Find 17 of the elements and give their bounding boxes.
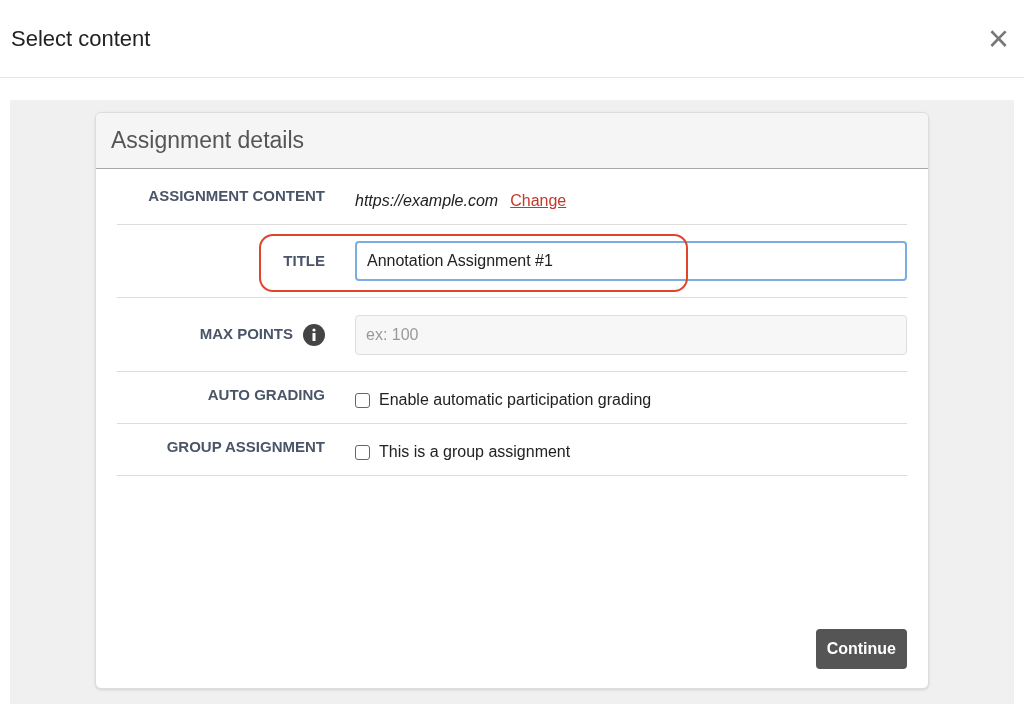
field-label: AUTO GRADING <box>207 385 325 405</box>
field-label: GROUP ASSIGNMENT <box>166 437 325 457</box>
text-input-field[interactable]: ex: 100 <box>355 314 907 355</box>
checkbox-option[interactable]: Enable automatic participation grading <box>355 384 907 412</box>
close-button[interactable]: × <box>987 20 1013 57</box>
change-link[interactable]: Change <box>510 189 567 213</box>
dialog-title: Select content <box>11 25 151 53</box>
card-title: Assignment details <box>111 126 305 156</box>
field-label: ASSIGNMENT CONTENT <box>148 186 325 206</box>
checkbox-option[interactable]: This is a group assignment <box>355 436 907 464</box>
checkbox[interactable] <box>355 444 370 460</box>
checkbox[interactable] <box>355 392 370 408</box>
continue-button[interactable]: Continue <box>815 629 907 669</box>
field-label: MAX POINTS <box>199 324 293 345</box>
field-label: TITLE <box>283 250 325 271</box>
content-url: https://example.com <box>355 191 499 211</box>
text-input-field[interactable]: Annotation Assignment #1 <box>355 241 907 281</box>
